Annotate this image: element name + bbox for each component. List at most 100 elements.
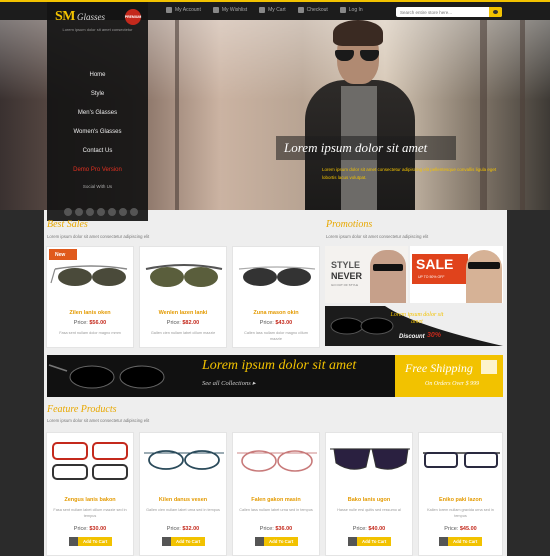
add-to-cart-button[interactable]: Add To Cart	[69, 537, 113, 546]
menu-item-mens-glasses[interactable]: Men's Glasses	[47, 103, 148, 122]
product-name[interactable]: Zuna mason okin	[233, 310, 319, 316]
hero-title: Lorem ipsum dolor sit amet	[284, 140, 428, 155]
product-price: Price: $36.00	[259, 526, 293, 532]
promo-sale[interactable]: SALE UP TO 50% OFF	[410, 246, 503, 303]
product-description: Kallen lorem nullam gravida urna sed in …	[427, 508, 494, 518]
product-price: Price: $40.00	[352, 526, 386, 532]
product-card[interactable]: Zuna mason okin Price: $43.00 Callen las…	[232, 246, 320, 348]
sunglasses-image	[468, 262, 500, 269]
youtube-icon[interactable]	[119, 208, 127, 216]
pinterest-icon[interactable]	[97, 208, 105, 216]
add-to-cart-button[interactable]: Add To Cart	[439, 537, 483, 546]
menu-item-womens-glasses[interactable]: Women's Glasses	[47, 122, 148, 141]
product-card[interactable]: Zengus lanis bakon Fasa sent nullam labe…	[46, 432, 134, 556]
promo-style-never[interactable]: STYLE NEVER GO OUT OF STYLE	[325, 246, 408, 303]
google-plus-icon[interactable]	[86, 208, 94, 216]
product-description: Hasse nulle ersi quitis sed ressumo al	[337, 508, 401, 512]
model-image	[466, 250, 502, 303]
product-card[interactable]: New Zilen lanis oken Price: $56.00 Fasa …	[46, 246, 134, 348]
main-menu: Home Style Men's Glasses Women's Glasses…	[47, 65, 148, 179]
my-cart-link[interactable]: My Cart	[259, 7, 286, 13]
free-shipping-banner[interactable]: Free Shipping On Orders Over $ 999	[395, 355, 503, 397]
search-button[interactable]	[489, 7, 502, 17]
sunglasses-icon	[330, 448, 410, 470]
eyeglasses-icon	[237, 450, 317, 472]
my-wishlist-link[interactable]: My Wishlist	[212, 7, 247, 13]
product-description: Gallen cien nullam labet cillum mazzie	[150, 331, 216, 335]
product-description: Callen lass nullam dolor magno cillum ma…	[244, 331, 308, 341]
promo-discount[interactable]: Lorem ipsum dolor sit amet Discount 30%	[325, 306, 503, 346]
cart-icon	[69, 537, 78, 546]
product-price: Price: $30.00	[73, 526, 107, 532]
twitter-icon[interactable]	[75, 208, 83, 216]
banner-title: Lorem ipsum dolor sit amet	[202, 358, 357, 373]
product-image[interactable]	[47, 433, 133, 493]
product-image[interactable]	[233, 247, 319, 307]
sunglasses-image	[335, 50, 383, 62]
product-price: Price: $82.00	[166, 320, 200, 326]
product-card[interactable]: Kilen danus vesen Gallen cien nullam lab…	[139, 432, 227, 556]
product-description: Fasa sent nullam dolor magno mmm	[59, 331, 121, 335]
menu-item-demo-pro[interactable]: Demo Pro Version	[47, 160, 148, 179]
product-image[interactable]	[419, 433, 502, 493]
social-icons	[64, 208, 138, 216]
product-card[interactable]: Eniko paki lazon Kallen lorem nullam gra…	[418, 432, 503, 556]
search-box	[396, 7, 502, 17]
product-price: Price: $32.00	[166, 526, 200, 532]
product-image[interactable]	[233, 433, 319, 493]
eyeglasses-icon	[423, 452, 500, 468]
brand-tagline: Lorem ipsum dolor sit amet consectetur	[62, 27, 133, 32]
featured-title: Feature Products	[47, 404, 117, 415]
product-price: Price: $56.00	[73, 320, 107, 326]
sunglasses-icon	[238, 266, 316, 286]
product-name[interactable]: Zengus lanis bakon	[47, 497, 133, 503]
product-name[interactable]: Kilen danus vesen	[140, 497, 226, 503]
menu-item-contact-us[interactable]: Contact Us	[47, 141, 148, 160]
facebook-icon[interactable]	[64, 208, 72, 216]
eyeglasses-icon	[52, 442, 128, 480]
search-icon	[493, 10, 498, 14]
model-image	[370, 250, 406, 303]
add-to-cart-button[interactable]: Add To Cart	[348, 537, 392, 546]
add-to-cart-button[interactable]: Add To Cart	[255, 537, 299, 546]
product-card[interactable]: Falen gakon masin Callen lass nullam lab…	[232, 432, 320, 556]
login-link[interactable]: Log In	[339, 7, 363, 13]
product-name[interactable]: Zilen lanis oken	[47, 310, 133, 316]
product-name[interactable]: Bako lanis ugon	[326, 497, 412, 503]
top-links: My Account My Wishlist My Cart Checkout …	[166, 7, 363, 13]
product-name[interactable]: Eniko paki lazon	[419, 497, 502, 503]
product-price: Price: $45.00	[444, 526, 477, 532]
cart-icon	[255, 537, 264, 546]
product-card[interactable]: Wenlen lazen lanki Price: $82.00 Gallen …	[139, 246, 227, 348]
checkout-link[interactable]: Checkout	[297, 7, 328, 13]
menu-item-style[interactable]: Style	[47, 84, 148, 103]
menu-item-home[interactable]: Home	[47, 65, 148, 84]
cart-icon	[162, 537, 171, 546]
rss-icon[interactable]	[130, 208, 138, 216]
cart-icon	[439, 537, 448, 546]
product-name[interactable]: Wenlen lazen lanki	[140, 310, 226, 316]
product-image[interactable]	[326, 433, 412, 493]
best-sales-title: Best Sales	[47, 219, 88, 230]
product-card[interactable]: Bako lanis ugon Hasse nulle ersi quitis …	[325, 432, 413, 556]
promotions-subtitle: Lorem ipsum dolor sit amet consectetur a…	[326, 234, 429, 239]
product-image[interactable]	[140, 247, 226, 307]
vimeo-icon[interactable]	[108, 208, 116, 216]
free-shipping-subtitle: On Orders Over $ 999	[425, 381, 480, 387]
social-label: Social With Us	[82, 184, 113, 189]
sunglasses-icon	[145, 264, 223, 287]
product-image[interactable]	[140, 433, 226, 493]
glasses-banner-image	[48, 364, 165, 389]
side-navigation: SM Glasses PREMIUM Lorem ipsum dolor sit…	[47, 2, 148, 221]
product-name[interactable]: Falen gakon masin	[233, 497, 319, 503]
my-account-link[interactable]: My Account	[166, 7, 201, 13]
product-description: Gallen cien nullam labet urna sed in tem…	[146, 508, 220, 512]
best-sales-subtitle: Lorem ipsum dolor sit amet consectetur a…	[47, 234, 150, 239]
search-input[interactable]	[396, 7, 486, 17]
add-to-cart-button[interactable]: Add To Cart	[162, 537, 206, 546]
hero-pole	[480, 20, 487, 210]
site-logo[interactable]: SM Glasses PREMIUM	[55, 9, 141, 25]
see-all-collections-link[interactable]: See all Collections ▸	[202, 379, 256, 387]
cart-icon	[348, 537, 357, 546]
sunglasses-image	[373, 264, 403, 271]
